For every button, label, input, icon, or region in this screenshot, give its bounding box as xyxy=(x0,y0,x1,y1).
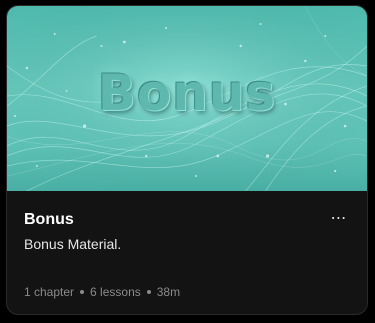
cover-image: Bonus xyxy=(7,6,367,191)
course-description: Bonus Material. xyxy=(24,236,122,252)
separator-dot xyxy=(146,290,151,294)
chapter-count: 1 chapter xyxy=(24,285,75,299)
separator-dot xyxy=(80,290,85,294)
lesson-count: 6 lessons xyxy=(90,285,141,299)
more-horizontal-icon: ⋯ xyxy=(330,210,348,227)
duration: 38m xyxy=(156,285,181,299)
course-meta: 1 chapter 6 lessons 38m xyxy=(24,284,180,300)
more-options-button[interactable]: ⋯ xyxy=(327,209,351,229)
cover-title-text: Bonus xyxy=(97,64,277,122)
course-title: Bonus xyxy=(24,211,74,228)
course-card[interactable]: Bonus Bonus ⋯ Bonus Material. 1 chapter … xyxy=(6,5,368,315)
